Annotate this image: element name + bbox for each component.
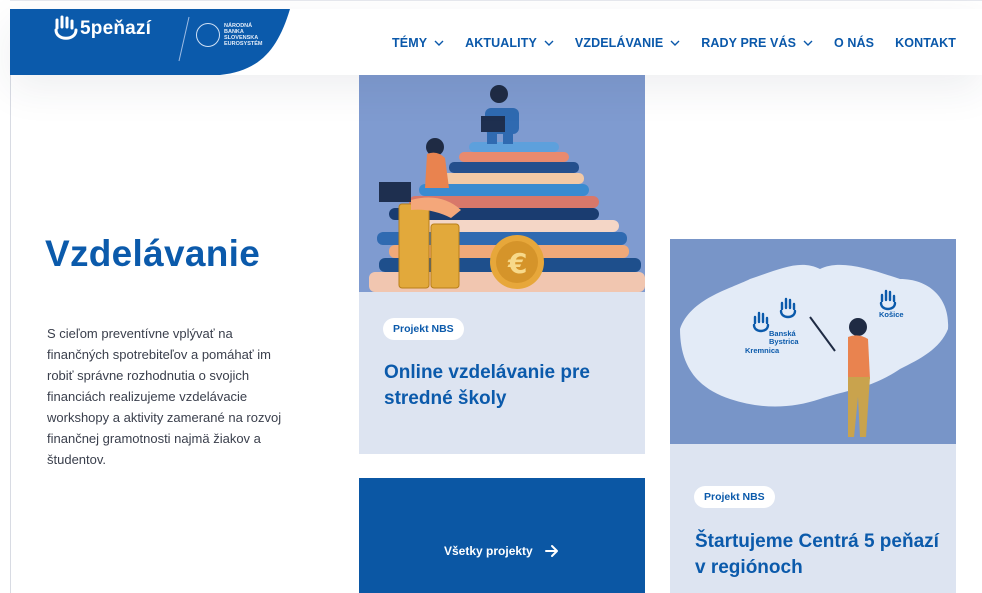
chevron-down-icon (434, 40, 444, 46)
nav-item-temy[interactable]: TÉMY (392, 36, 444, 50)
nav-label: KONTAKT (895, 36, 956, 50)
card-title[interactable]: Štartujeme Centrá 5 peňazí v regiónoch (695, 529, 945, 581)
all-projects-button[interactable]: Všetky projekty (359, 478, 645, 593)
nav-label: VZDELÁVANIE (574, 36, 664, 50)
site-header: 5peňazí NÁRODNÁ BANKA SLOVENSKA EUROSYST… (10, 9, 982, 75)
svg-text:€: € (507, 247, 527, 280)
map-label-line: Bystrica (769, 337, 799, 346)
main-nav: TÉMY AKTUALITY VZDELÁVANIE RADY PRE VÁS … (392, 36, 956, 50)
nav-item-o-nas[interactable]: O NÁS (834, 36, 874, 50)
books-students-illustration: € (359, 74, 645, 292)
project-card-centra[interactable]: Banská Bystrica Kremnica Košice Projekt … (670, 239, 956, 593)
nav-label: O NÁS (834, 36, 875, 50)
page-title: Vzdelávanie (45, 233, 261, 274)
page-intro: S cieľom preventívne vplývať na finančný… (47, 326, 282, 467)
nav-item-aktuality[interactable]: AKTUALITY (465, 36, 554, 50)
chevron-down-icon (803, 40, 813, 46)
chevron-down-icon (544, 40, 554, 46)
card-title[interactable]: Online vzdelávanie pre stredné školy (384, 360, 634, 412)
arrow-right-icon (545, 545, 558, 557)
project-card-online-education[interactable]: € Projekt NBS Online vzdelávanie pre str… (359, 74, 645, 454)
nav-label: TÉMY (392, 36, 428, 50)
hand-logo-icon[interactable] (53, 15, 79, 45)
nav-item-kontakt[interactable]: KONTAKT (895, 36, 956, 50)
nav-item-rady-pre-vas[interactable]: RADY PRE VÁS (701, 36, 813, 50)
map-label-kosice: Košice (879, 310, 904, 319)
nbs-seal-icon[interactable] (196, 23, 220, 47)
nav-item-vzdelavanie[interactable]: VZDELÁVANIE (575, 36, 680, 50)
map-label-kremnica: Kremnica (745, 346, 780, 355)
nav-label: AKTUALITY (465, 36, 537, 50)
site-logo[interactable]: 5peňazí (80, 18, 151, 40)
project-badge: Projekt NBS (383, 318, 464, 340)
project-badge: Projekt NBS (694, 486, 775, 508)
nav-label: RADY PRE VÁS (701, 36, 797, 50)
map-label-banska-bystrica: Banská Bystrica (769, 330, 799, 346)
logo-divider (178, 15, 190, 63)
slovakia-map-illustration (670, 239, 956, 444)
page-left-edge (10, 74, 11, 593)
nbs-logo-text[interactable]: NÁRODNÁ BANKA SLOVENSKA EUROSYSTÉM (224, 23, 263, 47)
chevron-down-icon (670, 40, 680, 46)
all-projects-label: Všetky projekty (444, 544, 533, 558)
top-border (10, 0, 982, 1)
